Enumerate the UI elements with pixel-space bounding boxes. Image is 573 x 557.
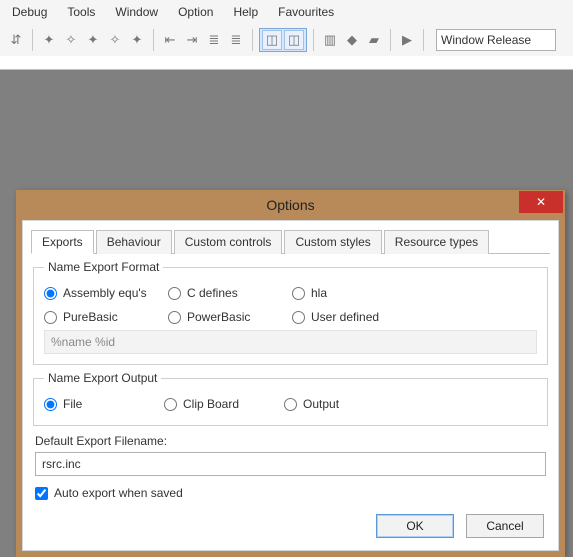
dialog-button-row: OK Cancel (31, 504, 550, 542)
tab-resource-types[interactable]: Resource types (384, 230, 489, 254)
cancel-button[interactable]: Cancel (466, 514, 544, 538)
auto-export-checkbox-row[interactable]: Auto export when saved (35, 486, 546, 500)
radio-label: File (63, 397, 82, 411)
radio-clipboard[interactable]: Clip Board (164, 397, 284, 411)
radio-powerbasic[interactable]: PowerBasic (168, 310, 288, 324)
format-radio-grid: Assembly equ's C defines hla PureBasic P… (44, 286, 537, 324)
tab-behaviour[interactable]: Behaviour (96, 230, 172, 254)
radio-label: User defined (311, 310, 379, 324)
toolbar-icon-5[interactable]: ✧ (105, 30, 125, 50)
radio-label: Output (303, 397, 339, 411)
radio-label: hla (311, 286, 327, 300)
name-export-output-legend: Name Export Output (44, 371, 161, 385)
toolbar-icon-6[interactable]: ✦ (127, 30, 147, 50)
radio-clipboard-input[interactable] (164, 398, 177, 411)
radio-label: PureBasic (63, 310, 118, 324)
toolbar-icon-4[interactable]: ✦ (83, 30, 103, 50)
toolbar: ⇵ ✦ ✧ ✦ ✧ ✦ ⇤ ⇥ ≣ ≣ ◫ ◫ ▥ ◆ ▰ ▶ Window R… (0, 24, 573, 56)
view-toggle-2-icon[interactable]: ◫ (284, 30, 304, 50)
menu-help[interactable]: Help (225, 3, 266, 21)
radio-label: Clip Board (183, 397, 239, 411)
radio-user-defined[interactable]: User defined (292, 310, 442, 324)
radio-file-input[interactable] (44, 398, 57, 411)
dialog-titlebar[interactable]: Options ✕ (22, 190, 559, 220)
toolbar-icon-c[interactable]: ▰ (364, 30, 384, 50)
tab-custom-styles[interactable]: Custom styles (284, 230, 381, 254)
radio-file[interactable]: File (44, 397, 164, 411)
menu-window[interactable]: Window (107, 3, 166, 21)
parent-app-chrome: Debug Tools Window Option Help Favourite… (0, 0, 573, 70)
menu-tools[interactable]: Tools (59, 3, 103, 21)
close-icon: ✕ (536, 195, 546, 209)
format-pattern-field: %name %id (44, 330, 537, 354)
name-export-output-group: Name Export Output File Clip Board Outpu… (33, 371, 548, 426)
go-icon[interactable]: ▶ (397, 30, 417, 50)
name-export-format-legend: Name Export Format (44, 260, 163, 274)
toolbar-icon-2[interactable]: ✦ (39, 30, 59, 50)
default-filename-input[interactable] (35, 452, 546, 476)
radio-c-defines[interactable]: C defines (168, 286, 288, 300)
options-dialog: Options ✕ Exports Behaviour Custom contr… (16, 190, 565, 557)
radio-user-defined-input[interactable] (292, 311, 305, 324)
toolbar-separator (390, 29, 391, 51)
default-filename-label: Default Export Filename: (35, 434, 546, 448)
tab-row: Exports Behaviour Custom controls Custom… (31, 229, 550, 254)
radio-output[interactable]: Output (284, 397, 434, 411)
name-export-format-group: Name Export Format Assembly equ's C defi… (33, 260, 548, 365)
radio-hla-input[interactable] (292, 287, 305, 300)
auto-export-checkbox[interactable] (35, 487, 48, 500)
toolbar-separator (32, 29, 33, 51)
toolbar-icon-a[interactable]: ▥ (320, 30, 340, 50)
list2-icon[interactable]: ≣ (226, 30, 246, 50)
list-icon[interactable]: ≣ (204, 30, 224, 50)
menu-bar: Debug Tools Window Option Help Favourite… (0, 0, 573, 24)
dialog-title: Options (22, 197, 559, 213)
close-button[interactable]: ✕ (519, 191, 563, 213)
output-radio-grid: File Clip Board Output (44, 397, 537, 411)
ok-button[interactable]: OK (376, 514, 454, 538)
menu-option[interactable]: Option (170, 3, 221, 21)
toolbar-separator (313, 29, 314, 51)
outdent-icon[interactable]: ⇤ (160, 30, 180, 50)
radio-purebasic-input[interactable] (44, 311, 57, 324)
menu-favourites[interactable]: Favourites (270, 3, 342, 21)
toolbar-separator (153, 29, 154, 51)
radio-label: C defines (187, 286, 238, 300)
radio-purebasic[interactable]: PureBasic (44, 310, 164, 324)
view-toggle-1-icon[interactable]: ◫ (262, 30, 282, 50)
toolbar-icon-3[interactable]: ✧ (61, 30, 81, 50)
toolbar-separator (252, 29, 253, 51)
dialog-body: Exports Behaviour Custom controls Custom… (22, 220, 559, 551)
toolbar-icon-b[interactable]: ◆ (342, 30, 362, 50)
radio-assembly-equs[interactable]: Assembly equ's (44, 286, 164, 300)
toolbar-toggle-group: ◫ ◫ (259, 28, 307, 52)
toolbar-separator (423, 29, 424, 51)
config-combo[interactable]: Window Release (436, 29, 556, 51)
tab-exports[interactable]: Exports (31, 230, 94, 254)
radio-c-defines-input[interactable] (168, 287, 181, 300)
tab-custom-controls[interactable]: Custom controls (174, 230, 283, 254)
auto-export-label: Auto export when saved (54, 486, 183, 500)
indent-icon[interactable]: ⇥ (182, 30, 202, 50)
radio-powerbasic-input[interactable] (168, 311, 181, 324)
radio-output-input[interactable] (284, 398, 297, 411)
radio-label: Assembly equ's (63, 286, 147, 300)
menu-debug[interactable]: Debug (4, 3, 55, 21)
radio-hla[interactable]: hla (292, 286, 442, 300)
toolbar-icon-1[interactable]: ⇵ (6, 30, 26, 50)
radio-label: PowerBasic (187, 310, 250, 324)
radio-assembly-equs-input[interactable] (44, 287, 57, 300)
